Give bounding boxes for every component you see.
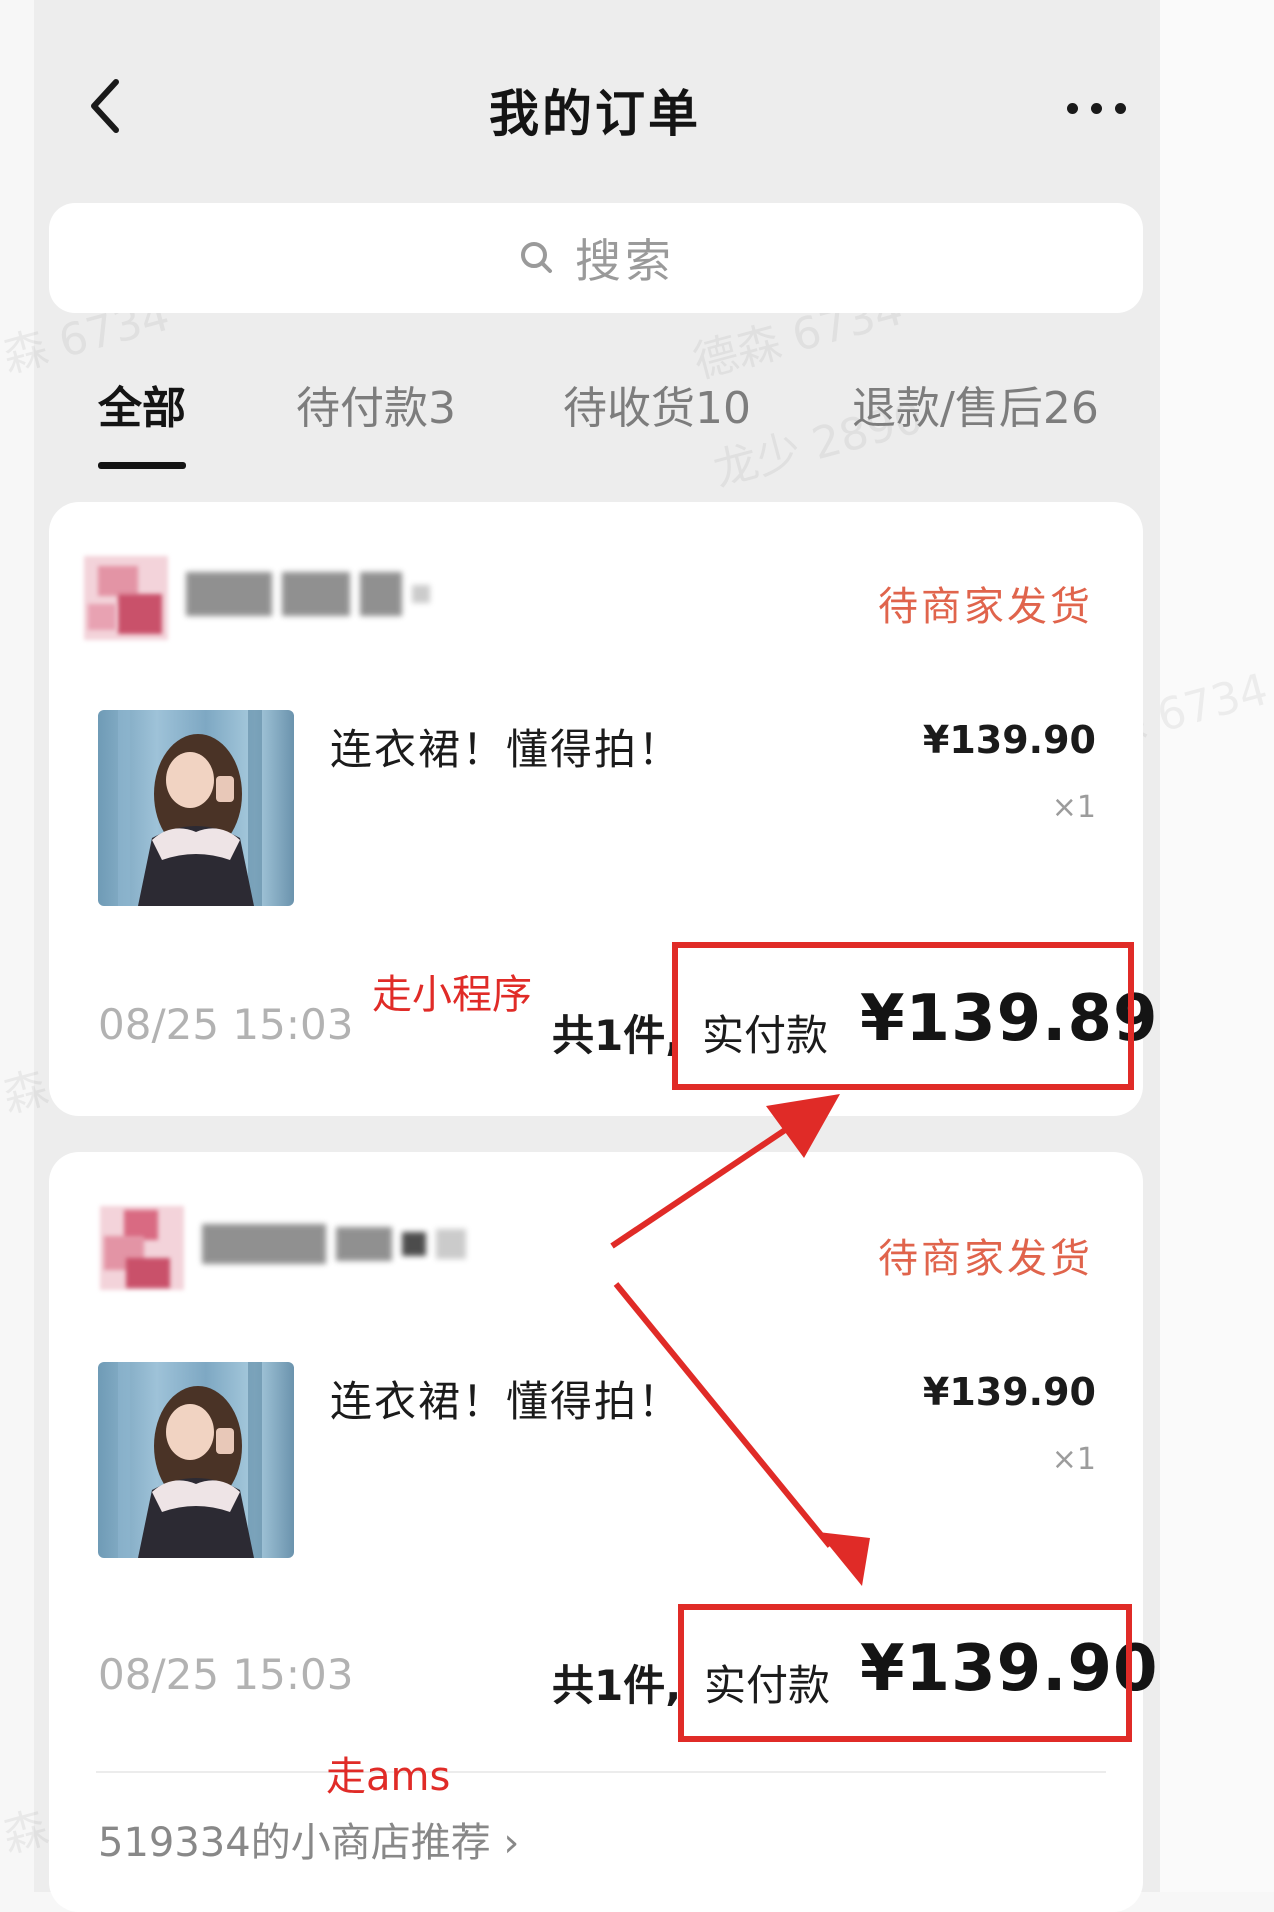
product-image[interactable] [98, 710, 294, 906]
shop-name-blurred[interactable] [202, 1224, 466, 1264]
product-title[interactable]: 连衣裙！懂得拍！ [330, 1368, 682, 1429]
order-status: 待商家发货 [878, 1236, 1093, 1282]
tab-pending-payment[interactable]: 待付款3 [296, 372, 456, 436]
quantity: ×1 [1051, 1442, 1096, 1477]
item-count: 共1件, [552, 1661, 682, 1710]
unit-price: ¥139.90 [922, 1370, 1096, 1414]
product-title[interactable]: 连衣裙！懂得拍！ [330, 716, 682, 777]
search-placeholder: 搜索 [575, 234, 675, 288]
product-photo [118, 1362, 262, 1558]
more-button[interactable] [1046, 88, 1146, 128]
order-time: 08/25 15:03 [98, 1000, 354, 1049]
search-input[interactable]: 搜索 [49, 203, 1143, 313]
shop-avatar[interactable] [100, 1206, 184, 1290]
annotation-top: 走小程序 [372, 972, 532, 1018]
order-status: 待商家发货 [878, 584, 1093, 630]
tab-all[interactable]: 全部 [98, 372, 186, 436]
page-title: 我的订单 [489, 85, 701, 143]
shop-recommend-link[interactable]: 519334的小商店推荐 › [98, 1810, 519, 1868]
order-time: 08/25 15:03 [98, 1650, 354, 1699]
product-photo [118, 710, 262, 906]
product-image[interactable] [98, 1362, 294, 1558]
quantity: ×1 [1051, 790, 1096, 825]
shop-name-blurred[interactable] [186, 572, 430, 616]
tab-pending-receipt[interactable]: 待收货10 [563, 372, 751, 436]
shop-avatar[interactable] [84, 556, 168, 640]
tab-refund-aftersale[interactable]: 退款/售后26 [852, 372, 1099, 436]
more-dots-icon [1066, 102, 1078, 114]
annotation-bottom: 走ams [326, 1754, 451, 1800]
highlight-box [672, 942, 1134, 1090]
unit-price: ¥139.90 [922, 718, 1096, 762]
divider [96, 1771, 1106, 1773]
right-margin [1160, 0, 1274, 1892]
active-tab-indicator [98, 462, 186, 469]
search-icon [521, 242, 552, 273]
highlight-box [678, 1604, 1132, 1742]
item-count: 共1件, [552, 1011, 682, 1060]
